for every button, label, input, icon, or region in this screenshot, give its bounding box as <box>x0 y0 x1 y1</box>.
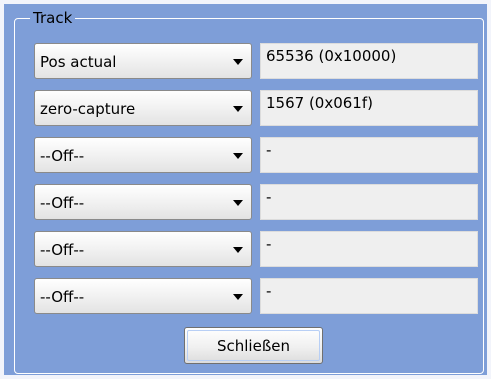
value-text-4: - <box>266 188 272 206</box>
channel-select-4-value: --Off-- <box>40 194 85 212</box>
close-button-label: Schließen <box>187 330 320 361</box>
value-field-1: 65536 (0x10000) <box>260 43 478 79</box>
track-row-6: --Off-- - <box>34 278 478 314</box>
chevron-down-icon <box>233 153 243 159</box>
group-title: Track <box>30 9 76 27</box>
channel-select-3-value: --Off-- <box>40 147 85 165</box>
track-dialog: Track Pos actual 65536 (0x10000) zero-ca… <box>0 0 491 379</box>
chevron-down-icon <box>233 294 243 300</box>
chevron-down-icon <box>233 106 243 112</box>
value-text-1: 65536 (0x10000) <box>266 47 397 65</box>
channel-select-1[interactable]: Pos actual <box>34 43 252 79</box>
value-text-6: - <box>266 282 272 300</box>
value-field-6: - <box>260 278 478 314</box>
track-row-3: --Off-- - <box>34 137 478 173</box>
track-row-5: --Off-- - <box>34 231 478 267</box>
channel-select-6-value: --Off-- <box>40 288 85 306</box>
value-field-2: 1567 (0x061f) <box>260 90 478 126</box>
channel-select-5[interactable]: --Off-- <box>34 231 252 267</box>
chevron-down-icon <box>233 59 243 65</box>
value-field-3: - <box>260 137 478 173</box>
channel-select-2-value: zero-capture <box>40 100 136 118</box>
channel-select-3[interactable]: --Off-- <box>34 137 252 173</box>
channel-select-4[interactable]: --Off-- <box>34 184 252 220</box>
value-text-2: 1567 (0x061f) <box>266 94 373 112</box>
channel-select-5-value: --Off-- <box>40 241 85 259</box>
chevron-down-icon <box>233 247 243 253</box>
value-field-5: - <box>260 231 478 267</box>
channel-select-1-value: Pos actual <box>40 53 117 71</box>
channel-select-2[interactable]: zero-capture <box>34 90 252 126</box>
value-text-5: - <box>266 235 272 253</box>
channel-select-6[interactable]: --Off-- <box>34 278 252 314</box>
track-row-4: --Off-- - <box>34 184 478 220</box>
value-field-4: - <box>260 184 478 220</box>
chevron-down-icon <box>233 200 243 206</box>
value-text-3: - <box>266 141 272 159</box>
track-row-1: Pos actual 65536 (0x10000) <box>34 43 478 79</box>
close-button[interactable]: Schließen <box>184 327 323 364</box>
track-row-2: zero-capture 1567 (0x061f) <box>34 90 478 126</box>
